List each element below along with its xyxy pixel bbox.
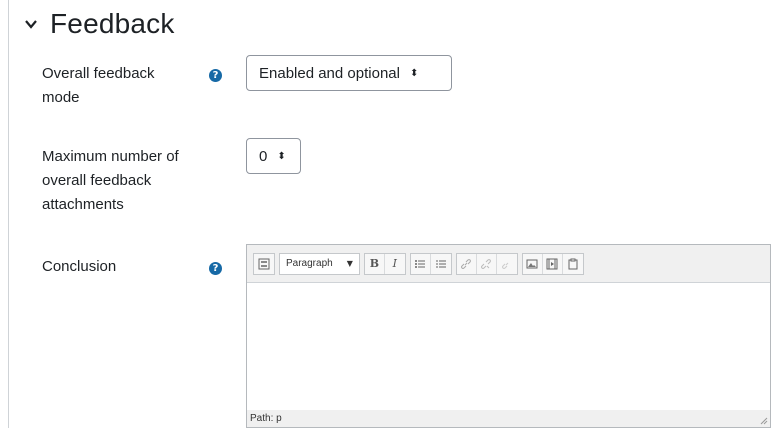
format-select[interactable]: Paragraph ▼ [279, 252, 360, 275]
select-arrows-icon: ⬍ [277, 150, 286, 162]
select-arrows-icon: ⬍ [409, 67, 419, 79]
media-icon[interactable] [542, 253, 563, 274]
paste-icon[interactable] [562, 253, 583, 274]
dropdown-arrow-icon: ▼ [346, 259, 353, 268]
editor-content-area[interactable] [247, 283, 770, 409]
unordered-list-icon[interactable] [410, 253, 431, 274]
toolbar-group: B I [363, 252, 406, 275]
link-icon[interactable] [456, 253, 477, 274]
resize-handle-icon[interactable] [758, 415, 768, 425]
toolbar-group [253, 252, 275, 275]
italic-icon[interactable]: I [384, 253, 405, 274]
chevron-down-icon[interactable] [24, 17, 38, 31]
help-icon[interactable]: ? [209, 262, 222, 275]
image-icon[interactable] [522, 253, 543, 274]
section-header[interactable]: Feedback [24, 8, 175, 40]
overall-feedback-mode-select[interactable]: Enabled and optional ⬍ [246, 55, 452, 91]
toolbar-group [409, 252, 452, 275]
bold-icon[interactable]: B [364, 253, 385, 274]
conclusion-label: Conclusion [42, 258, 117, 275]
toolbar-group [455, 252, 518, 275]
editor-toolbar: Paragraph ▼ B I [247, 245, 770, 283]
editor-path-bar: Path: p [247, 410, 770, 427]
max-attachments-label: Maximum number of overall feedback attac… [42, 148, 179, 213]
help-icon[interactable]: ? [209, 69, 222, 82]
unlink-icon[interactable] [476, 253, 497, 274]
toggle-toolbar-icon[interactable] [254, 253, 274, 274]
conclusion-editor[interactable]: Paragraph ▼ B I Path: p [246, 244, 771, 428]
anchor-icon[interactable] [496, 253, 517, 274]
toolbar-group [521, 252, 584, 275]
overall-feedback-mode-label: Overall feedback mode [42, 65, 155, 106]
ordered-list-icon[interactable] [430, 253, 451, 274]
max-attachments-select[interactable]: 0 ⬍ [246, 138, 301, 174]
section-title: Feedback [50, 8, 175, 39]
